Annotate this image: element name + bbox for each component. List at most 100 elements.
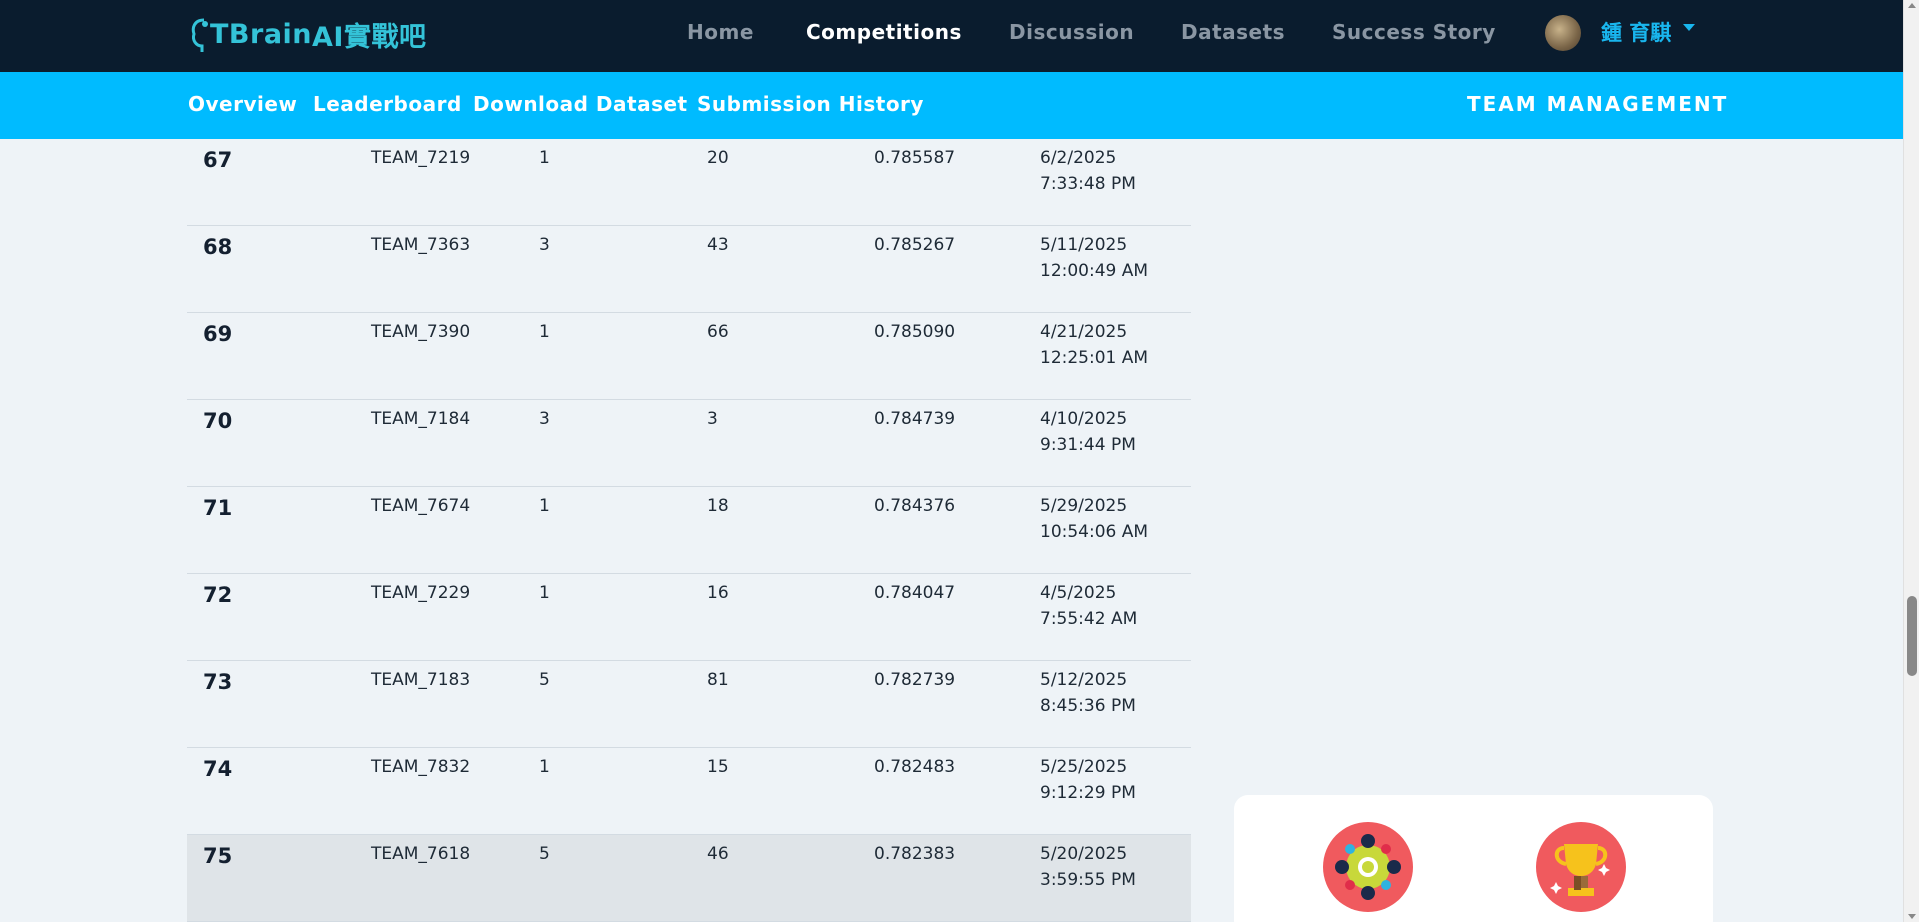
entries-cell: 15 <box>707 757 729 777</box>
scroll-thumb[interactable] <box>1907 596 1917 676</box>
time-text: 9:12:29 PM <box>1040 783 1136 803</box>
score-cell: 0.784739 <box>874 409 956 429</box>
entries-cell: 43 <box>707 235 729 255</box>
time-text: 3:59:55 PM <box>1040 870 1136 890</box>
last-submission-cell: 5/11/2025 12:00:49 AM <box>1040 232 1180 284</box>
date-text: 5/20/2025 <box>1040 844 1128 864</box>
date-text: 5/12/2025 <box>1040 670 1128 690</box>
rank-cell: 74 <box>203 757 233 781</box>
nav-datasets[interactable]: Datasets <box>1181 20 1285 50</box>
team-badge-icon <box>1323 822 1413 912</box>
rank-cell: 72 <box>203 583 233 607</box>
last-submission-cell: 4/10/2025 9:31:44 PM <box>1040 406 1180 458</box>
score-cell: 0.784376 <box>874 496 956 516</box>
last-submission-cell: 4/5/2025 7:55:42 AM <box>1040 580 1180 632</box>
score-cell: 0.785587 <box>874 148 956 168</box>
team-cell: TEAM_7363 <box>371 235 471 255</box>
entries-cell: 81 <box>707 670 729 690</box>
nav-success-story[interactable]: Success Story <box>1332 20 1496 50</box>
time-text: 8:45:36 PM <box>1040 696 1136 716</box>
date-text: 4/5/2025 <box>1040 583 1117 603</box>
table-row: 71 TEAM_7674 1 18 0.784376 5/29/2025 10:5… <box>187 487 1191 574</box>
date-text: 4/21/2025 <box>1040 322 1128 342</box>
scroll-up-arrow-icon[interactable] <box>1908 3 1916 8</box>
members-cell: 3 <box>539 409 550 429</box>
tab-submission-history[interactable]: Submission History <box>697 92 924 116</box>
competition-subnav: Overview Leaderboard Download Dataset Su… <box>0 72 1919 139</box>
nav-competitions[interactable]: Competitions <box>806 20 962 50</box>
top-navbar: TBrain AI實戰吧 Home Competitions Discussio… <box>0 0 1919 72</box>
members-cell: 1 <box>539 148 550 168</box>
team-cell: TEAM_7832 <box>371 757 471 777</box>
tab-overview[interactable]: Overview <box>188 92 297 116</box>
members-cell: 1 <box>539 496 550 516</box>
table-row: 74 TEAM_7832 1 15 0.782483 5/25/2025 9:12… <box>187 748 1191 835</box>
entries-cell: 66 <box>707 322 729 342</box>
score-cell: 0.785090 <box>874 322 956 342</box>
score-cell: 0.784047 <box>874 583 956 603</box>
team-cell: TEAM_7219 <box>371 148 471 168</box>
table-row: 70 TEAM_7184 3 3 0.784739 4/10/2025 9:31:… <box>187 400 1191 487</box>
time-text: 9:31:44 PM <box>1040 435 1136 455</box>
members-cell: 1 <box>539 757 550 777</box>
score-cell: 0.782739 <box>874 670 956 690</box>
site-logo[interactable]: TBrain AI實戰吧 <box>188 14 426 54</box>
tab-leaderboard[interactable]: Leaderboard <box>313 92 462 116</box>
time-text: 10:54:06 AM <box>1040 522 1149 542</box>
date-text: 5/25/2025 <box>1040 757 1128 777</box>
table-row: 67 TEAM_7219 1 20 0.785587 6/2/2025 7:33:… <box>187 139 1191 226</box>
rank-cell: 70 <box>203 409 233 433</box>
user-name[interactable]: 鍾 育騏 <box>1601 17 1671 47</box>
score-cell: 0.782483 <box>874 757 956 777</box>
table-row: 73 TEAM_7183 5 81 0.782739 5/12/2025 8:45… <box>187 661 1191 748</box>
last-submission-cell: 6/2/2025 7:33:48 PM <box>1040 145 1180 197</box>
team-cell: TEAM_7184 <box>371 409 471 429</box>
team-cell: TEAM_7229 <box>371 583 471 603</box>
members-cell: 5 <box>539 844 550 864</box>
rank-cell: 68 <box>203 235 233 259</box>
time-text: 12:00:49 AM <box>1040 261 1149 281</box>
score-cell: 0.782383 <box>874 844 956 864</box>
time-text: 7:33:48 PM <box>1040 174 1136 194</box>
entries-cell: 3 <box>707 409 718 429</box>
leaderboard-table: 67 TEAM_7219 1 20 0.785587 6/2/2025 7:33:… <box>187 139 1191 922</box>
nav-discussion[interactable]: Discussion <box>1009 20 1134 50</box>
logo-subtext: AI實戰吧 <box>312 21 427 53</box>
page-scrollbar[interactable] <box>1903 0 1919 922</box>
entries-cell: 16 <box>707 583 729 603</box>
last-submission-cell: 5/20/2025 3:59:55 PM <box>1040 841 1180 893</box>
rank-cell: 69 <box>203 322 233 346</box>
rank-cell: 75 <box>203 844 233 868</box>
achievement-card <box>1234 795 1713 922</box>
date-text: 4/10/2025 <box>1040 409 1128 429</box>
last-submission-cell: 5/29/2025 10:54:06 AM <box>1040 493 1180 545</box>
logo-text: TBrain <box>210 18 313 50</box>
tab-download-dataset[interactable]: Download Dataset <box>473 92 688 116</box>
table-row: 68 TEAM_7363 3 43 0.785267 5/11/2025 12:0… <box>187 226 1191 313</box>
team-cell: TEAM_7618 <box>371 844 471 864</box>
team-cell: TEAM_7390 <box>371 322 471 342</box>
date-text: 5/11/2025 <box>1040 235 1128 255</box>
members-cell: 1 <box>539 583 550 603</box>
last-submission-cell: 4/21/2025 12:25:01 AM <box>1040 319 1180 371</box>
brain-logo-icon <box>191 18 208 52</box>
members-cell: 3 <box>539 235 550 255</box>
time-text: 12:25:01 AM <box>1040 348 1149 368</box>
last-submission-cell: 5/12/2025 8:45:36 PM <box>1040 667 1180 719</box>
members-cell: 1 <box>539 322 550 342</box>
team-management-link[interactable]: TEAM MANAGEMENT <box>1467 92 1728 116</box>
trophy-badge-icon <box>1536 822 1626 912</box>
chevron-down-icon[interactable] <box>1683 24 1695 31</box>
nav-home[interactable]: Home <box>687 20 754 50</box>
team-cell: TEAM_7183 <box>371 670 471 690</box>
date-text: 6/2/2025 <box>1040 148 1117 168</box>
team-cell: TEAM_7674 <box>371 496 471 516</box>
members-cell: 5 <box>539 670 550 690</box>
table-row: 69 TEAM_7390 1 66 0.785090 4/21/2025 12:2… <box>187 313 1191 400</box>
rank-cell: 71 <box>203 496 233 520</box>
scroll-down-arrow-icon[interactable] <box>1908 914 1916 919</box>
rank-cell: 67 <box>203 148 233 172</box>
rank-cell: 73 <box>203 670 233 694</box>
time-text: 7:55:42 AM <box>1040 609 1138 629</box>
user-avatar[interactable] <box>1545 15 1581 51</box>
